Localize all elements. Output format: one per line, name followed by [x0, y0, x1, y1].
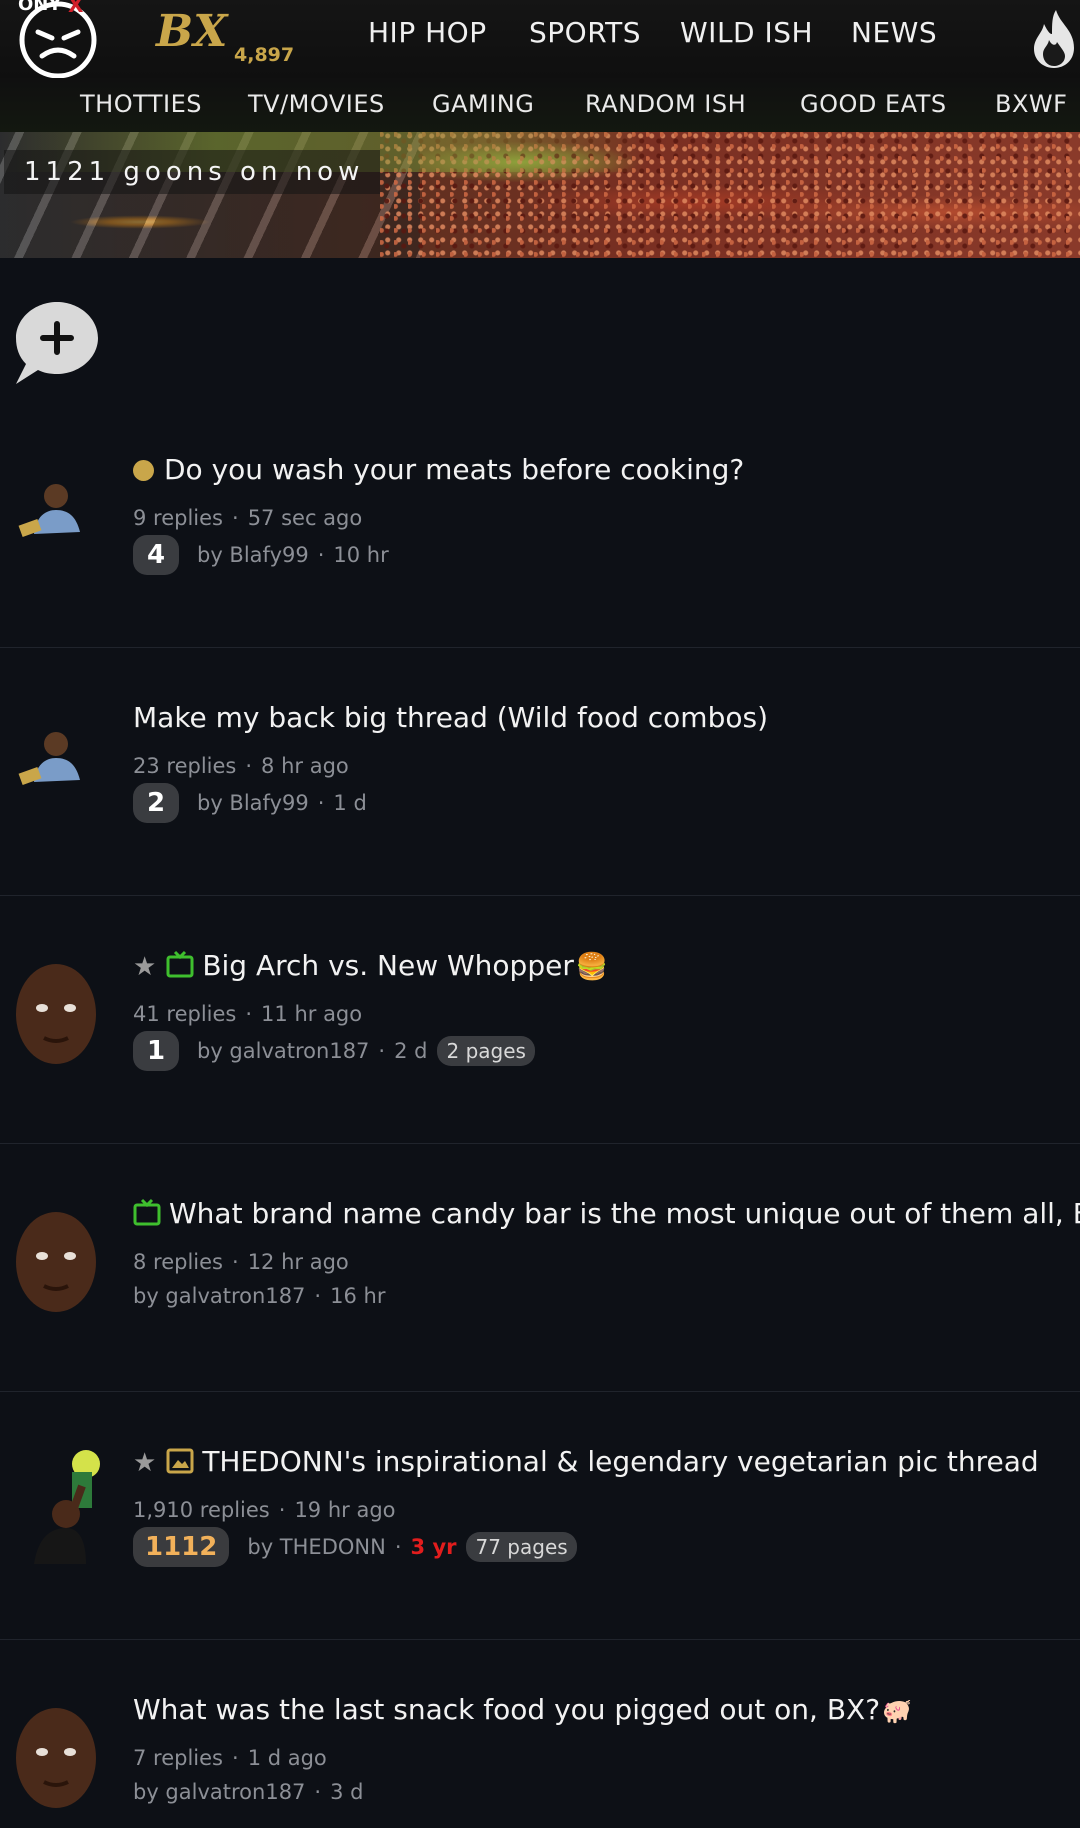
thread-author-row: 2 by Blafy99 · 1 d — [133, 783, 367, 823]
tv-icon — [166, 950, 194, 978]
nav-sports[interactable]: SPORTS — [529, 16, 641, 49]
tv-icon — [133, 1198, 161, 1226]
unread-count-badge[interactable]: 1 — [133, 1031, 179, 1071]
thread-author-row: 1 by galvatron187 · 2 d 2 pages — [133, 1031, 535, 1071]
subnav-random-ish[interactable]: RANDOM ISH — [585, 90, 746, 118]
user-avatar[interactable] — [10, 1206, 102, 1314]
thread-age: 1 d — [333, 791, 367, 815]
page-count-badge[interactable]: 2 pages — [437, 1036, 535, 1066]
user-avatar[interactable] — [10, 1446, 102, 1566]
thread-author[interactable]: by galvatron187 — [197, 1039, 369, 1063]
thread-age: 10 hr — [333, 543, 389, 567]
thread-row[interactable]: What was the last snack food you pigged … — [0, 1640, 1080, 1828]
thread-meta: 1,910 replies · 19 hr ago — [133, 1498, 396, 1522]
top-bar: ONY X BX 4,897 HIP HOP SPORTS WILD ISH N… — [0, 0, 1080, 80]
thread-meta: 9 replies · 57 sec ago — [133, 506, 363, 530]
thread-age: 2 d — [394, 1039, 428, 1063]
unread-count-badge[interactable]: 4 — [133, 535, 179, 575]
thread-meta: 23 replies · 8 hr ago — [133, 754, 349, 778]
thread-author[interactable]: by galvatron187 — [133, 1780, 305, 1804]
thread-title-link[interactable]: What brand name candy bar is the most un… — [133, 1196, 1080, 1232]
star-icon: ★ — [133, 1448, 157, 1478]
user-avatar[interactable] — [10, 710, 102, 818]
thread-row[interactable]: What brand name candy bar is the most un… — [0, 1144, 1080, 1392]
thread-title-link[interactable]: ★ Big Arch vs. New Whopper🍔 — [133, 948, 608, 985]
thread-meta: 41 replies · 11 hr ago — [133, 1002, 363, 1026]
nav-wild-ish[interactable]: WILD ISH — [680, 16, 813, 49]
reply-count: 1,910 replies — [133, 1498, 270, 1522]
new-activity-dot — [133, 460, 154, 481]
reply-count: 8 replies — [133, 1250, 223, 1274]
user-avatar[interactable] — [10, 462, 102, 570]
thread-author[interactable]: by galvatron187 — [133, 1284, 305, 1308]
user-avatar[interactable] — [10, 958, 102, 1066]
last-post-time[interactable]: 8 hr ago — [261, 754, 349, 778]
thread-author[interactable]: by Blafy99 — [197, 543, 309, 567]
thread-title-link[interactable]: Do you wash your meats before cooking? — [133, 452, 744, 488]
thread-title[interactable]: THEDONN's inspirational & legendary vege… — [202, 1445, 1038, 1478]
thread-title[interactable]: Make my back big thread (Wild food combo… — [133, 700, 768, 736]
thread-author[interactable]: by Blafy99 — [197, 791, 309, 815]
bx-member-count: 4,897 — [234, 44, 295, 66]
new-thread-icon[interactable] — [12, 298, 102, 386]
unread-count-badge[interactable]: 1112 — [133, 1527, 230, 1567]
reply-count: 41 replies — [133, 1002, 237, 1026]
thread-title[interactable]: Big Arch vs. New Whopper — [202, 949, 574, 982]
svg-text:BX: BX — [154, 8, 229, 57]
nav-hip-hop[interactable]: HIP HOP — [368, 16, 487, 49]
last-post-time[interactable]: 57 sec ago — [248, 506, 363, 530]
unread-count-badge[interactable]: 2 — [133, 783, 179, 823]
thread-age: 3 d — [330, 1780, 364, 1804]
reply-count: 9 replies — [133, 506, 223, 530]
thread-title-link[interactable]: What was the last snack food you pigged … — [133, 1692, 912, 1729]
picture-icon — [166, 1448, 194, 1474]
svg-text:X: X — [68, 0, 84, 17]
thread-row[interactable]: Make my back big thread (Wild food combo… — [0, 648, 1080, 896]
reply-count: 23 replies — [133, 754, 237, 778]
user-avatar[interactable] — [10, 1702, 102, 1810]
thread-author-row: by galvatron187 · 16 hr — [133, 1284, 386, 1308]
thread-row[interactable]: ★ THEDONN's inspirational & legendary veg… — [0, 1392, 1080, 1640]
thread-row[interactable]: ★ Big Arch vs. New Whopper🍔 41 replies · 11… — [0, 896, 1080, 1144]
thread-age: 16 hr — [330, 1284, 386, 1308]
thread-row[interactable]: Do you wash your meats before cooking? 9… — [0, 400, 1080, 648]
subnav-tv-movies[interactable]: TV/MOVIES — [248, 90, 385, 118]
star-icon: ★ — [133, 952, 157, 982]
thread-title-link[interactable]: ★ THEDONN's inspirational & legendary veg… — [133, 1444, 1039, 1481]
thread-author-row: 4 by Blafy99 · 10 hr — [133, 535, 389, 575]
category-banner: 1121 goons on now — [0, 132, 1080, 258]
last-post-time[interactable]: 11 hr ago — [261, 1002, 362, 1026]
thread-title[interactable]: Do you wash your meats before cooking? — [164, 453, 744, 486]
nav-news[interactable]: NEWS — [851, 16, 937, 49]
fire-icon[interactable] — [1030, 8, 1078, 70]
thread-meta: 8 replies · 12 hr ago — [133, 1250, 349, 1274]
subnav-gaming[interactable]: GAMING — [432, 90, 534, 118]
thread-meta: 7 replies · 1 d ago — [133, 1746, 327, 1770]
online-count-badge: 1121 goons on now — [4, 150, 381, 194]
subnav-thotties[interactable]: THOTTIES — [80, 90, 202, 118]
subnav-bxwf[interactable]: BXWF — [995, 90, 1067, 118]
reply-count: 7 replies — [133, 1746, 223, 1770]
last-post-time[interactable]: 1 d ago — [248, 1746, 327, 1770]
thread-author-row: by galvatron187 · 3 d — [133, 1780, 364, 1804]
last-post-time[interactable]: 12 hr ago — [248, 1250, 349, 1274]
pig-emoji-icon: 🐖 — [882, 1697, 912, 1725]
svg-text:ONY: ONY — [18, 0, 62, 15]
last-post-time[interactable]: 19 hr ago — [294, 1498, 395, 1522]
burger-emoji-icon: 🍔 — [575, 952, 609, 982]
thread-title[interactable]: What was the last snack food you pigged … — [133, 1693, 880, 1726]
onyx-logo-icon[interactable]: ONY X — [14, 0, 102, 80]
subnav-good-eats[interactable]: GOOD EATS — [800, 90, 947, 118]
sub-nav: THOTTIES TV/MOVIES GAMING RANDOM ISH GOO… — [0, 78, 1080, 132]
thread-title[interactable]: What brand name candy bar is the most un… — [169, 1197, 1080, 1230]
page-count-badge[interactable]: 77 pages — [466, 1532, 577, 1562]
thread-age: 3 yr — [410, 1535, 457, 1559]
thread-author[interactable]: by THEDONN — [247, 1535, 385, 1559]
thread-author-row: 1112 by THEDONN · 3 yr 77 pages — [133, 1527, 577, 1567]
